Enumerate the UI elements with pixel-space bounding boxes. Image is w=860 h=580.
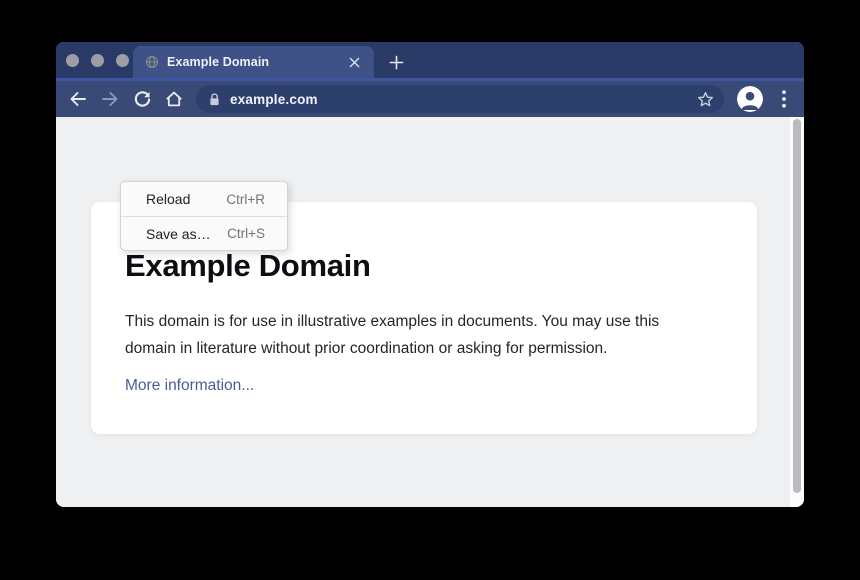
window-zoom-button[interactable] (116, 54, 129, 67)
kebab-menu-icon[interactable] (774, 86, 794, 112)
page-viewport: Example Domain This domain is for use in… (56, 117, 804, 507)
page-title: Example Domain (125, 248, 717, 284)
plus-icon[interactable] (386, 52, 406, 72)
window-minimize-button[interactable] (91, 54, 104, 67)
globe-icon (145, 55, 159, 69)
browser-toolbar: example.com (56, 78, 804, 117)
arrow-right-icon[interactable] (96, 85, 124, 113)
avatar-icon[interactable] (737, 86, 763, 112)
arrow-left-icon[interactable] (64, 85, 92, 113)
more-information-link[interactable]: More information... (125, 376, 254, 396)
menu-item-shortcut: Ctrl+S (227, 226, 265, 241)
browser-window: Example Domain (56, 42, 804, 507)
tab-example-domain[interactable]: Example Domain (133, 46, 374, 78)
window-close-button[interactable] (66, 54, 79, 67)
address-bar[interactable]: example.com (196, 85, 724, 113)
context-menu: Reload Ctrl+R Save as… Ctrl+S (120, 181, 288, 251)
screenshot-stage: Example Domain (0, 0, 860, 580)
reload-icon[interactable] (128, 85, 156, 113)
page-paragraph: This domain is for use in illustrative e… (125, 308, 710, 362)
menu-item-label: Save as… (146, 226, 211, 242)
star-icon[interactable] (697, 91, 714, 108)
tab-strip: Example Domain (56, 42, 804, 78)
menu-item-reload[interactable]: Reload Ctrl+R (121, 182, 287, 216)
home-icon[interactable] (160, 85, 188, 113)
menu-item-shortcut: Ctrl+R (226, 192, 265, 207)
scrollbar-thumb[interactable] (793, 119, 801, 493)
window-controls (66, 54, 129, 67)
menu-item-label: Reload (146, 191, 190, 207)
scrollbar-track[interactable] (790, 117, 804, 507)
url-text[interactable]: example.com (230, 92, 689, 107)
close-icon[interactable] (346, 54, 362, 70)
tab-title: Example Domain (167, 55, 338, 69)
menu-item-save-as[interactable]: Save as… Ctrl+S (121, 216, 287, 250)
lock-icon[interactable] (208, 92, 221, 107)
